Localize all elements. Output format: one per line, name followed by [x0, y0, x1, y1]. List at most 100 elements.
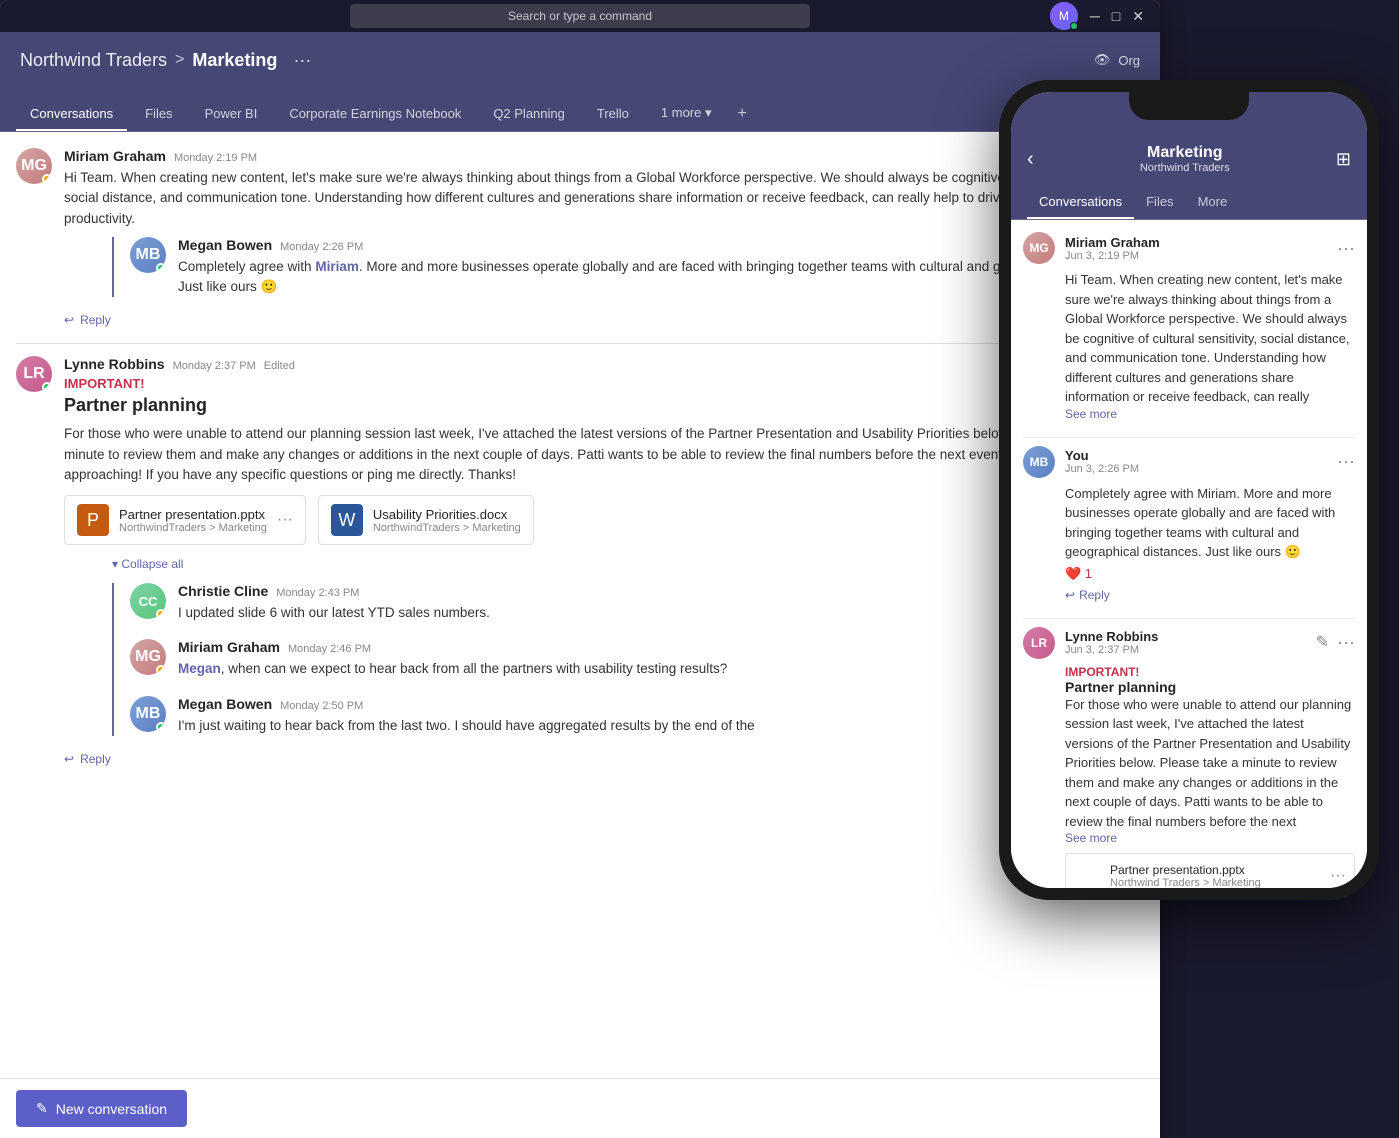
mention: Megan	[178, 661, 221, 676]
message-item: LR Lynne Robbins Monday 2:37 PM Edited I…	[16, 356, 1140, 766]
reply-icon: ↩	[64, 313, 74, 327]
file-path: NorthwindTraders > Marketing	[373, 522, 521, 534]
file-card-docx[interactable]: W Usability Priorities.docx NorthwindTra…	[318, 495, 534, 545]
message-author: Christie Cline	[178, 583, 268, 599]
phone-message-options[interactable]: ···	[1337, 451, 1355, 472]
tab-conversations[interactable]: Conversations	[16, 98, 127, 131]
channel-options-dots[interactable]: ···	[293, 50, 311, 71]
user-avatar[interactable]: M	[1050, 2, 1078, 30]
tab-corporate-earnings[interactable]: Corporate Earnings Notebook	[275, 98, 475, 131]
tab-q2-planning[interactable]: Q2 Planning	[479, 98, 579, 131]
file-info: Usability Priorities.docx NorthwindTrade…	[373, 507, 521, 534]
breadcrumb-separator: >	[175, 51, 184, 69]
phone-msg-header: MB You Jun 3, 2:26 PM ···	[1023, 446, 1355, 478]
phone-conversations: MG Miriam Graham Jun 3, 2:19 PM ··· Hi T…	[1011, 220, 1367, 888]
phone-separator	[1023, 437, 1355, 438]
tab-more[interactable]: 1 more ▾	[647, 97, 726, 131]
header-title: Northwind Traders > Marketing ···	[20, 50, 311, 71]
minimize-button[interactable]: ─	[1090, 8, 1100, 24]
message-time: Monday 2:43 PM	[276, 587, 359, 599]
status-indicator	[156, 722, 166, 732]
phone-important-label: IMPORTANT!	[1065, 665, 1355, 679]
phone-container: ‹ Marketing Northwind Traders ⊞ Conversa…	[979, 30, 1399, 1110]
phone-team-name: Northwind Traders	[1140, 162, 1230, 174]
maximize-button[interactable]: □	[1112, 8, 1120, 24]
phone-tab-files[interactable]: Files	[1134, 186, 1185, 219]
status-indicator	[42, 382, 52, 392]
file-options-button[interactable]: ···	[277, 511, 293, 529]
phone-msg-text: Hi Team. When creating new content, let'…	[1065, 270, 1355, 407]
phone-msg-time: Jun 3, 2:37 PM	[1065, 644, 1158, 656]
tab-trello[interactable]: Trello	[583, 98, 643, 131]
avatar-lynne: LR	[16, 356, 52, 392]
reply-label: Reply	[80, 313, 111, 327]
phone-author-info: Lynne Robbins Jun 3, 2:37 PM	[1065, 629, 1158, 656]
phone-compose-icon[interactable]: ⊞	[1336, 149, 1351, 170]
phone-reply-button[interactable]: ↩ Reply	[1065, 588, 1355, 602]
phone-author-row: MB You Jun 3, 2:26 PM	[1023, 446, 1139, 478]
phone-message-item: MB You Jun 3, 2:26 PM ··· Completely agr…	[1023, 446, 1355, 602]
title-bar: Search or type a command M ─ □ ✕	[0, 0, 1160, 32]
phone-file-card-pptx[interactable]: P Partner presentation.pptx Northwind Tr…	[1065, 853, 1355, 888]
phone-file-info: Partner presentation.pptx Northwind Trad…	[1110, 863, 1322, 888]
phone-pptx-icon: P	[1074, 862, 1102, 888]
file-info: Partner presentation.pptx NorthwindTrade…	[119, 507, 267, 534]
phone-see-more-button[interactable]: See more	[1065, 831, 1355, 845]
tab-power-bi[interactable]: Power BI	[191, 98, 272, 131]
reply-icon: ↩	[64, 752, 74, 766]
phone-msg-header: MG Miriam Graham Jun 3, 2:19 PM ···	[1023, 232, 1355, 264]
phone-tab-more[interactable]: More	[1186, 186, 1240, 219]
separator	[16, 343, 1140, 344]
phone-file-options[interactable]: ···	[1330, 867, 1346, 885]
phone-avatar-miriam: MG	[1023, 232, 1055, 264]
phone-msg-header: LR Lynne Robbins Jun 3, 2:37 PM ✎ ···	[1023, 627, 1355, 659]
phone-reaction: ❤️ 1	[1065, 566, 1355, 582]
add-tab-button[interactable]: +	[730, 97, 755, 131]
message-time: Monday 2:37 PM	[173, 360, 256, 372]
pptx-icon: P	[77, 504, 109, 536]
phone-avatar-lynne: LR	[1023, 627, 1055, 659]
phone-screen: ‹ Marketing Northwind Traders ⊞ Conversa…	[1011, 92, 1367, 888]
phone-title: Marketing Northwind Traders	[1140, 144, 1230, 174]
tab-files[interactable]: Files	[131, 98, 186, 131]
phone-tabs: Conversations Files More	[1011, 186, 1367, 220]
phone-author-row: MG Miriam Graham Jun 3, 2:19 PM	[1023, 232, 1160, 264]
status-indicator	[42, 174, 52, 184]
phone-message-options[interactable]: ···	[1337, 238, 1355, 259]
phone-notch-area	[1011, 92, 1367, 136]
message-author: Miriam Graham	[178, 639, 280, 655]
message-time: Monday 2:46 PM	[288, 643, 371, 655]
phone-file-path: Northwind Traders > Marketing	[1110, 877, 1322, 888]
phone-msg-time: Jun 3, 2:19 PM	[1065, 250, 1160, 262]
phone-avatar-you: MB	[1023, 446, 1055, 478]
file-path: NorthwindTraders > Marketing	[119, 522, 267, 534]
phone-channel-name: Marketing	[1140, 144, 1230, 162]
phone-tab-conversations[interactable]: Conversations	[1027, 186, 1134, 219]
phone-author-name: Miriam Graham	[1065, 235, 1160, 250]
phone-separator	[1023, 618, 1355, 619]
file-name: Partner presentation.pptx	[119, 507, 267, 522]
message-edited: Edited	[264, 360, 295, 372]
phone-author-info: Miriam Graham Jun 3, 2:19 PM	[1065, 235, 1160, 262]
message-author: Miriam Graham	[64, 148, 166, 164]
search-bar[interactable]: Search or type a command	[350, 4, 810, 28]
reply-label: Reply	[80, 752, 111, 766]
status-indicator	[156, 665, 166, 675]
message-author: Lynne Robbins	[64, 356, 165, 372]
message-author: Megan Bowen	[178, 237, 272, 253]
phone-msg-actions: ✎ ···	[1316, 632, 1355, 653]
reply-icon: ↩	[1065, 588, 1075, 602]
close-button[interactable]: ✕	[1132, 8, 1144, 25]
new-conversation-button[interactable]: ✎ New conversation	[16, 1090, 187, 1127]
phone-back-button[interactable]: ‹	[1027, 148, 1034, 171]
file-name: Usability Priorities.docx	[373, 507, 521, 522]
phone-message-options[interactable]: ···	[1337, 632, 1355, 653]
avatar-miriam: MG	[16, 148, 52, 184]
phone-edit-icon[interactable]: ✎	[1316, 632, 1329, 653]
file-card-pptx[interactable]: P Partner presentation.pptx NorthwindTra…	[64, 495, 306, 545]
phone-author-row: LR Lynne Robbins Jun 3, 2:37 PM	[1023, 627, 1158, 659]
phone-author-info: You Jun 3, 2:26 PM	[1065, 448, 1139, 475]
phone-message-item: MG Miriam Graham Jun 3, 2:19 PM ··· Hi T…	[1023, 232, 1355, 421]
avatar-megan: MB	[130, 237, 166, 273]
phone-see-more-button[interactable]: See more	[1065, 407, 1355, 421]
